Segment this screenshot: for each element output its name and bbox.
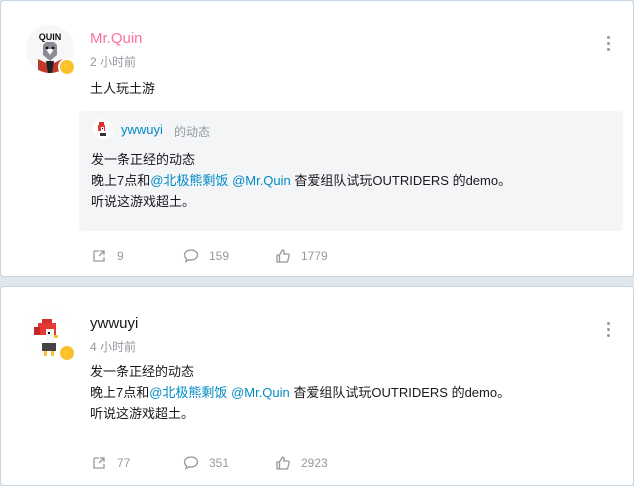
quoted-post[interactable]: ywwuyi 的动态 发一条正经的动态 晚上7点和@北极熊剩饭 @Mr.Quin…	[79, 111, 623, 231]
mention-link[interactable]: @Mr.Quin	[231, 385, 290, 400]
share-count: 77	[117, 456, 131, 470]
feed-card: ⚡ ywwuyi 4 小时前 发一条正经的动态 晚上7点和@北极熊剩饭 @Mr.…	[0, 286, 634, 486]
share-icon	[93, 457, 105, 469]
post-content: 发一条正经的动态 晚上7点和@北极熊剩饭 @Mr.Quin 杳爱组队试玩OUTR…	[90, 361, 510, 424]
more-vertical-icon[interactable]	[605, 36, 611, 51]
action-bar: 77 351 2923	[91, 455, 328, 471]
comment-count: 351	[209, 456, 230, 470]
post-line-3: 听说这游戏超土。	[90, 406, 195, 421]
share-count: 9	[117, 249, 124, 263]
quoted-line-1: 发一条正经的动态	[91, 152, 196, 167]
mention-link[interactable]: @北极熊剩饭	[150, 173, 228, 188]
quoted-line-2: 晚上7点和@北极熊剩饭 @Mr.Quin 杳爱组队试玩OUTRIDERS 的de…	[91, 170, 511, 191]
comment-button[interactable]: 351	[183, 455, 275, 471]
comment-icon	[183, 456, 199, 470]
share-icon	[93, 250, 105, 262]
lightning-badge-icon: ⚡	[58, 344, 76, 362]
quoted-avatar[interactable]	[93, 119, 113, 139]
post-line-1: 发一条正经的动态	[90, 364, 195, 379]
mention-link[interactable]: @Mr.Quin	[232, 173, 291, 188]
like-button[interactable]: 2923	[275, 455, 328, 471]
post-line-2-b: 杳爱组队试玩OUTRIDERS 的demo。	[289, 385, 511, 400]
author-name[interactable]: ywwuyi	[90, 315, 138, 332]
like-count: 2923	[301, 456, 328, 470]
share-button[interactable]: 77	[91, 455, 183, 471]
thumbs-up-icon	[276, 456, 290, 470]
post-content: 土人玩土游	[90, 81, 156, 96]
feed-card: QUIN ⚡ Mr.Quin 2 小时前 土人玩土游 ywwuyi 的动态 发一…	[0, 0, 634, 277]
comment-count: 159	[209, 249, 230, 263]
quoted-content: 发一条正经的动态 晚上7点和@北极熊剩饭 @Mr.Quin 杳爱组队试玩OUTR…	[91, 149, 511, 212]
post-line-2: 晚上7点和@北极熊剩饭 @Mr.Quin 杳爱组队试玩OUTRIDERS 的de…	[90, 382, 510, 403]
thumbs-up-icon	[276, 249, 290, 263]
action-bar: 9 159 1779	[91, 248, 328, 264]
post-time: 2 小时前	[90, 55, 137, 69]
more-vertical-icon[interactable]	[605, 322, 611, 337]
quoted-line-3: 听说这游戏超土。	[91, 194, 196, 209]
avatar-text: QUIN	[39, 32, 62, 42]
comment-button[interactable]: 159	[183, 248, 275, 264]
quoted-line-2-a: 晚上7点和	[91, 173, 151, 188]
author-name[interactable]: Mr.Quin	[90, 30, 143, 47]
quoted-line-2-b: 杳爱组队试玩OUTRIDERS 的demo。	[290, 173, 512, 188]
quoted-author-name[interactable]: ywwuyi	[121, 122, 163, 137]
lightning-badge-icon: ⚡	[58, 58, 76, 76]
mention-link[interactable]: @北极熊剩饭	[149, 385, 227, 400]
quoted-tag: 的动态	[174, 125, 211, 139]
like-count: 1779	[301, 249, 328, 263]
rooster-avatar-image	[93, 119, 113, 139]
post-line-2-a: 晚上7点和	[90, 385, 150, 400]
like-button[interactable]: 1779	[275, 248, 328, 264]
post-time: 4 小时前	[90, 340, 137, 354]
comment-icon	[183, 249, 199, 263]
share-button[interactable]: 9	[91, 248, 183, 264]
